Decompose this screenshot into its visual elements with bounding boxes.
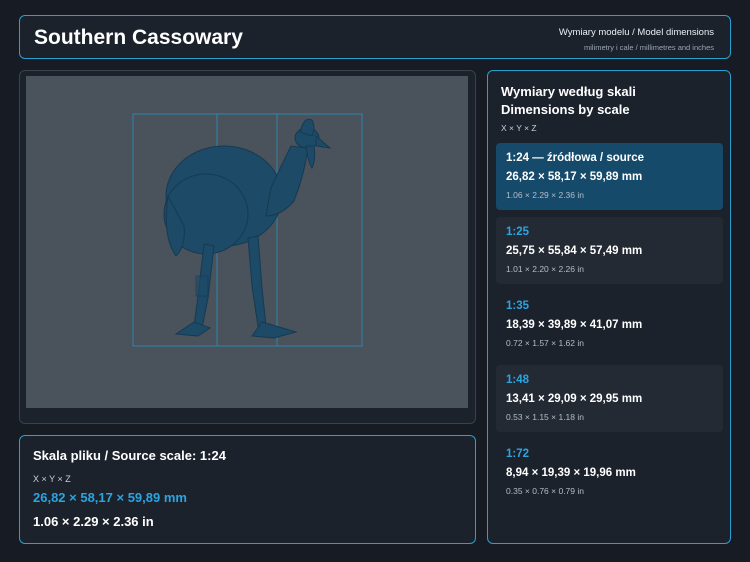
scale-card-1-48[interactable]: 1:48 13,41 × 29,09 × 29,95 mm 0.53 × 1.1… <box>496 365 723 432</box>
model-viewer-panel <box>19 70 476 424</box>
source-scale-title: Skala pliku / Source scale: 1:24 <box>33 448 226 463</box>
scale-dimensions-mm: 26,82 × 58,17 × 59,89 mm <box>506 171 643 183</box>
cassowary-model-icon <box>163 118 332 339</box>
scales-axes-label: X × Y × Z <box>501 123 537 133</box>
scale-dimensions-in: 0.35 × 0.76 × 0.79 in <box>506 486 584 496</box>
scale-label: 1:35 <box>506 300 530 312</box>
header-subtitle: Wymiary modelu / Model dimensions <box>558 27 714 38</box>
page-title: Southern Cassowary <box>34 26 243 49</box>
scale-card-1-35[interactable]: 1:35 18,39 × 39,89 × 41,07 mm 0.72 × 1.5… <box>496 291 723 358</box>
scale-card-1-25[interactable]: 1:25 25,75 × 55,84 × 57,49 mm 1.01 × 2.2… <box>496 217 723 284</box>
source-scale-panel: Skala pliku / Source scale: 1:24 X × Y ×… <box>19 435 476 544</box>
model-render <box>132 113 363 347</box>
source-axes-label: X × Y × Z <box>33 474 71 484</box>
scale-label: 1:25 <box>506 226 530 238</box>
scales-panel: Wymiary według skali Dimensions by scale… <box>487 70 731 544</box>
scale-label: 1:48 <box>506 374 530 386</box>
scale-card-1-72[interactable]: 1:72 8,94 × 19,39 × 19,96 mm 0.35 × 0.76… <box>496 439 723 506</box>
scales-title-pl: Wymiary według skali <box>501 84 636 99</box>
scale-card-1-24[interactable]: 1:24 — źródłowa / source 26,82 × 58,17 ×… <box>496 143 723 210</box>
scale-dimensions-mm: 18,39 × 39,89 × 41,07 mm <box>506 319 643 331</box>
source-dimensions-mm: 26,82 × 58,17 × 59,89 mm <box>33 490 187 505</box>
header-units-note: milimetry i cale / millimetres and inche… <box>583 43 714 52</box>
scales-title-en: Dimensions by scale <box>501 102 630 117</box>
source-dimensions-in: 1.06 × 2.29 × 2.36 in <box>33 514 154 529</box>
scale-dimensions-in: 1.01 × 2.20 × 2.26 in <box>506 264 584 274</box>
scale-dimensions-mm: 25,75 × 55,84 × 57,49 mm <box>506 245 643 257</box>
header-panel: Southern Cassowary Wymiary modelu / Mode… <box>19 15 731 59</box>
model-viewport[interactable] <box>26 76 468 408</box>
scale-label: 1:24 — źródłowa / source <box>506 152 645 164</box>
scale-dimensions-in: 0.72 × 1.57 × 1.62 in <box>506 338 584 348</box>
scale-dimensions-mm: 13,41 × 29,09 × 29,95 mm <box>506 393 643 405</box>
scale-dimensions-in: 0.53 × 1.15 × 1.18 in <box>506 412 584 422</box>
scale-dimensions-mm: 8,94 × 19,39 × 19,96 mm <box>506 467 636 479</box>
scale-dimensions-in: 1.06 × 2.29 × 2.36 in <box>506 190 584 200</box>
scale-label: 1:72 <box>506 448 530 460</box>
scales-title: Wymiary według skali Dimensions by scale <box>501 83 636 119</box>
